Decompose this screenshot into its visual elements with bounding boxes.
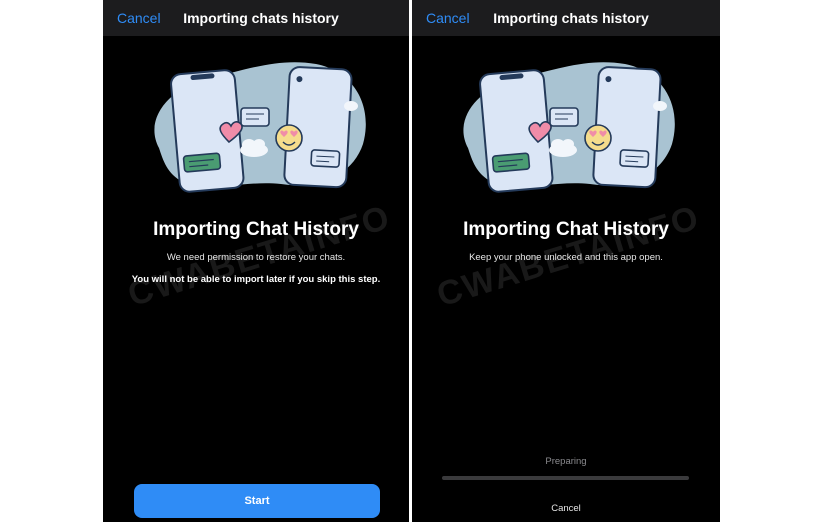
progress-status-text: Preparing [545,456,587,467]
navbar: Cancel Importing chats history [103,0,409,36]
progress-bar [442,476,689,480]
permission-text: We need permission to restore your chats… [166,252,346,263]
page-title: Importing Chat History [153,219,359,240]
canvas: Cancel Importing chats history CWABETAIN… [0,0,822,522]
page-title: Importing Chat History [463,219,669,240]
nav-title: Importing chats history [183,10,339,26]
start-button[interactable]: Start [134,484,380,518]
nav-title: Importing chats history [493,10,649,26]
phones-chat-transfer-illustration [463,62,675,193]
bottom-cancel-button[interactable]: Cancel [412,503,720,514]
navbar: Cancel Importing chats history [412,0,720,36]
right-screen: Cancel Importing chats history CWABETAIN… [412,0,720,522]
phones-chat-transfer-illustration [154,62,366,193]
keep-unlocked-text: Keep your phone unlocked and this app op… [469,252,663,263]
warning-text: You will not be able to import later if … [131,274,381,285]
left-screen: Cancel Importing chats history CWABETAIN… [103,0,409,522]
